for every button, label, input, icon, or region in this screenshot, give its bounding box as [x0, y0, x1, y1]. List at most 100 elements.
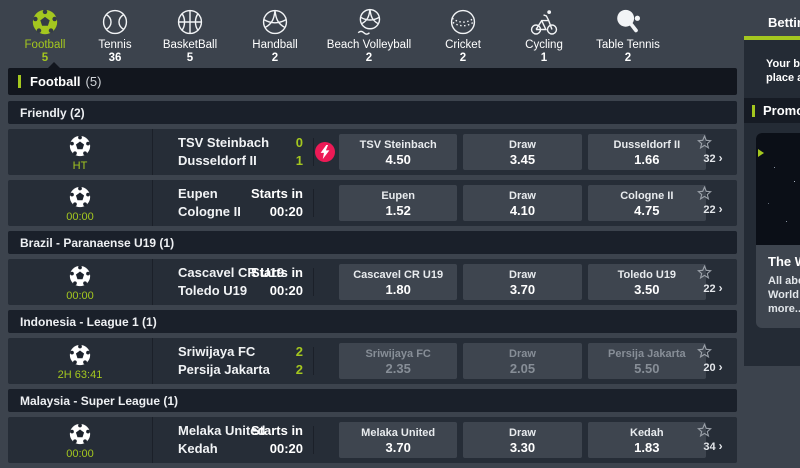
promo-card-title: The World Cup	[768, 254, 800, 269]
match-status: 00:00	[8, 180, 153, 226]
match-period: 00:00	[66, 290, 94, 302]
match-score: 0 1	[203, 134, 303, 170]
promotions-title: Promotions	[763, 103, 800, 118]
cricket-icon	[448, 7, 478, 37]
starry-sky-decoration	[756, 133, 757, 134]
odds-button-away[interactable]: Toledo U19 3.50	[588, 264, 706, 300]
nav-count: 2	[366, 52, 372, 64]
nav-item-cricket[interactable]: Cricket 2	[418, 0, 508, 64]
odds-button-draw[interactable]: Draw 3.45	[463, 134, 581, 170]
odds-button-draw[interactable]: Draw 4.10	[463, 185, 581, 221]
odds-button-home[interactable]: Eupen 1.52	[339, 185, 457, 221]
match-row: HT TSV Steinbach Dusseldorf II 0 1 TSV S…	[8, 129, 737, 175]
nav-count: 36	[109, 52, 122, 64]
chevron-right-icon: ›	[719, 360, 723, 374]
starts-in-label: Starts in	[203, 422, 303, 440]
match-status: 2H 63:41	[8, 338, 153, 384]
nav-count: 2	[625, 52, 631, 64]
live-boost-badge	[315, 142, 335, 162]
markets-count[interactable]: 32 ›	[697, 151, 729, 165]
favorite-star-icon[interactable]	[697, 265, 729, 279]
divider	[313, 138, 314, 166]
nav-count: 1	[541, 52, 547, 64]
league-header-malaysia[interactable]: Malaysia - Super League (1)	[8, 389, 737, 412]
nav-label: Beach Volleyball	[327, 39, 411, 51]
starts-in-value: 00:20	[203, 203, 303, 221]
match-start-time: Starts in 00:20	[203, 422, 303, 458]
nav-item-beach-volleyball[interactable]: Beach Volleyball 2	[320, 0, 418, 64]
divider	[313, 426, 314, 454]
more-markets[interactable]: 22 ›	[697, 186, 729, 216]
accent-bar	[752, 105, 755, 117]
nav-item-table-tennis[interactable]: Table Tennis 2	[580, 0, 676, 64]
page-title: Football	[30, 74, 81, 89]
markets-count[interactable]: 34 ›	[697, 439, 729, 453]
league-header-indonesia[interactable]: Indonesia - League 1 (1)	[8, 310, 737, 333]
nav-item-football[interactable]: Football 5	[10, 0, 80, 64]
promo-card-body: The World Cup All about the World Cup an…	[756, 245, 800, 328]
match-status: 00:00	[8, 417, 153, 463]
starts-in-label: Starts in	[203, 185, 303, 203]
betslip-sidebar: Betting slip Your betslip is empty, plac…	[744, 0, 800, 366]
nav-item-basketball[interactable]: BasketBall 5	[150, 0, 230, 64]
odds-button-away[interactable]: Cologne II 4.75	[588, 185, 706, 221]
match-period: 2H 63:41	[58, 369, 103, 381]
more-markets[interactable]: 34 ›	[697, 423, 729, 453]
nav-item-handball[interactable]: Handball 2	[230, 0, 320, 64]
carousel-arrow-icon	[758, 149, 764, 157]
accent-bar	[18, 75, 21, 88]
favorite-star-icon[interactable]	[697, 423, 729, 437]
beach-volleyball-icon	[354, 7, 384, 37]
league-header-friendly[interactable]: Friendly (2)	[8, 101, 737, 124]
nav-label: Cricket	[445, 39, 481, 51]
odds-button-away[interactable]: Kedah 1.83	[588, 422, 706, 458]
starts-in-value: 00:20	[203, 440, 303, 458]
more-markets[interactable]: 20 ›	[697, 344, 729, 374]
match-period: HT	[73, 160, 88, 172]
home-score: 0	[203, 134, 303, 152]
markets-count[interactable]: 20 ›	[697, 360, 729, 374]
odds-button-draw: Draw 2.05	[463, 343, 581, 379]
nav-label: Table Tennis	[596, 39, 660, 51]
sport-section-header: Football (5)	[8, 68, 737, 95]
markets-count[interactable]: 22 ›	[697, 281, 729, 295]
markets-count[interactable]: 22 ›	[697, 202, 729, 216]
chevron-right-icon: ›	[719, 439, 723, 453]
betslip-panel: Your betslip is empty, place a bet Promo…	[744, 40, 800, 366]
odds-button-draw[interactable]: Draw 3.70	[463, 264, 581, 300]
odds-group: TSV Steinbach 4.50 Draw 3.45 Dusseldorf …	[339, 134, 706, 170]
nav-label: Tennis	[98, 39, 131, 51]
odds-button-home[interactable]: Cascavel CR U19 1.80	[339, 264, 457, 300]
away-score: 2	[203, 361, 303, 379]
promo-card-image	[756, 133, 800, 245]
handball-icon	[260, 7, 290, 37]
match-score: 2 2	[203, 343, 303, 379]
nav-item-tennis[interactable]: Tennis 36	[80, 0, 150, 64]
nav-label: Cycling	[525, 39, 563, 51]
basketball-icon	[175, 7, 205, 37]
odds-button-home: Sriwijaya FC 2.35	[339, 343, 457, 379]
page-title-count: (5)	[86, 74, 102, 89]
chevron-right-icon: ›	[719, 151, 723, 165]
league-header-brazil[interactable]: Brazil - Paranaense U19 (1)	[8, 231, 737, 254]
nav-count: 2	[460, 52, 466, 64]
favorite-star-icon[interactable]	[697, 186, 729, 200]
promo-card[interactable]: The World Cup All about the World Cup an…	[756, 133, 800, 328]
favorite-star-icon[interactable]	[697, 135, 729, 149]
divider	[313, 347, 314, 375]
odds-button-draw[interactable]: Draw 3.30	[463, 422, 581, 458]
match-row: 2H 63:41 Sriwijaya FC Persija Jakarta 2 …	[8, 338, 737, 384]
nav-item-cycling[interactable]: Cycling 1	[508, 0, 580, 64]
odds-button-home[interactable]: Melaka United 3.70	[339, 422, 457, 458]
nav-label: Football	[25, 39, 66, 51]
tennis-icon	[100, 7, 130, 37]
match-row: 00:00 Melaka United Kedah Starts in 00:2…	[8, 417, 737, 463]
favorite-star-icon[interactable]	[697, 344, 729, 358]
more-markets[interactable]: 22 ›	[697, 265, 729, 295]
more-markets[interactable]: 32 ›	[697, 135, 729, 165]
match-start-time: Starts in 00:20	[203, 185, 303, 221]
odds-button-home[interactable]: TSV Steinbach 4.50	[339, 134, 457, 170]
odds-button-away[interactable]: Dusseldorf II 1.66	[588, 134, 706, 170]
football-ball-icon	[67, 184, 93, 210]
divider	[313, 189, 314, 217]
